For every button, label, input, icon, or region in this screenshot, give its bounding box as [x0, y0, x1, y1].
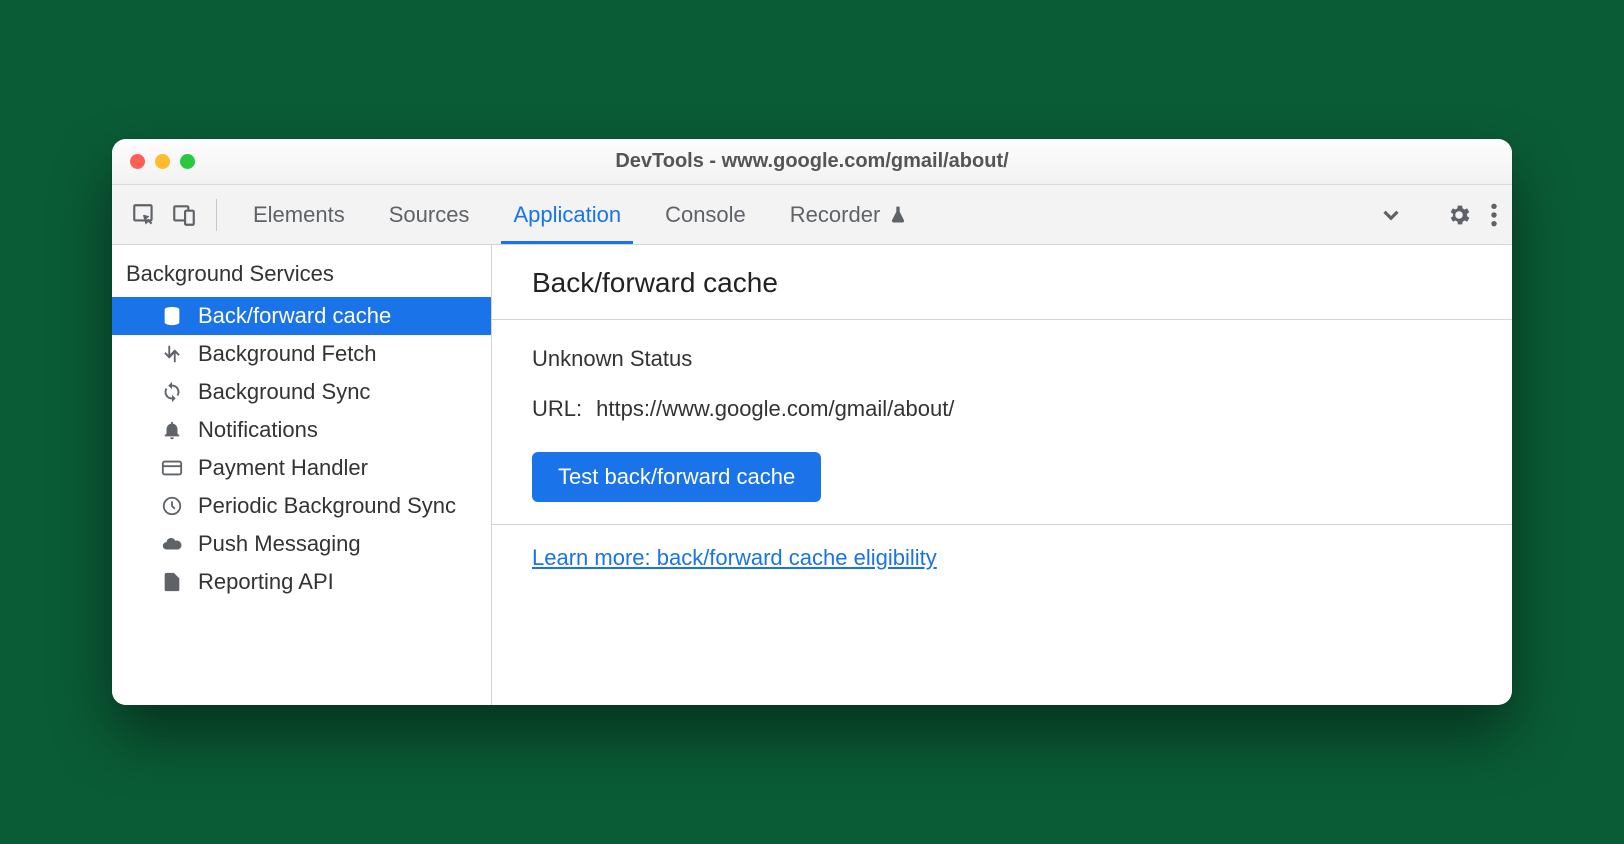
tab-label: Sources — [389, 202, 470, 228]
sidebar-item-bg-sync[interactable]: Background Sync — [112, 373, 491, 411]
sidebar: Background Services Back/forward cache B… — [112, 245, 492, 705]
toolbar: Elements Sources Application Console Rec… — [112, 185, 1512, 245]
sidebar-item-payment[interactable]: Payment Handler — [112, 449, 491, 487]
tab-label: Console — [665, 202, 746, 228]
tabs: Elements Sources Application Console Rec… — [231, 185, 1374, 244]
learn-more-link[interactable]: Learn more: back/forward cache eligibili… — [532, 545, 937, 570]
zoom-window-button[interactable] — [180, 154, 195, 169]
sidebar-item-reporting[interactable]: Reporting API — [112, 563, 491, 601]
tab-application[interactable]: Application — [491, 185, 643, 244]
main-footer: Learn more: back/forward cache eligibili… — [492, 525, 1512, 591]
sidebar-item-bg-fetch[interactable]: Background Fetch — [112, 335, 491, 373]
sidebar-item-label: Background Fetch — [198, 341, 377, 367]
url-row: URL: https://www.google.com/gmail/about/ — [532, 396, 1472, 422]
main-body: Unknown Status URL: https://www.google.c… — [492, 320, 1512, 525]
tab-recorder[interactable]: Recorder — [768, 185, 930, 244]
minimize-window-button[interactable] — [155, 154, 170, 169]
tab-sources[interactable]: Sources — [367, 185, 492, 244]
devtools-window: DevTools - www.google.com/gmail/about/ E… — [112, 139, 1512, 705]
sidebar-item-label: Payment Handler — [198, 455, 368, 481]
sidebar-item-label: Periodic Background Sync — [198, 493, 456, 519]
tab-label: Elements — [253, 202, 345, 228]
titlebar: DevTools - www.google.com/gmail/about/ — [112, 139, 1512, 185]
overflow-icon[interactable] — [1378, 202, 1404, 228]
sidebar-item-label: Reporting API — [198, 569, 334, 595]
tab-label: Recorder — [790, 202, 880, 228]
main-panel: Back/forward cache Unknown Status URL: h… — [492, 245, 1512, 705]
toolbar-right — [1378, 202, 1498, 228]
inspect-icon[interactable] — [126, 197, 162, 233]
sidebar-header: Background Services — [112, 245, 491, 297]
url-value: https://www.google.com/gmail/about/ — [596, 396, 954, 422]
status-text: Unknown Status — [532, 346, 1472, 372]
content: Background Services Back/forward cache B… — [112, 245, 1512, 705]
cloud-icon — [160, 532, 184, 556]
tab-label: Application — [513, 202, 621, 228]
sidebar-item-bfcache[interactable]: Back/forward cache — [112, 297, 491, 335]
window-controls — [112, 154, 195, 169]
sync-icon — [160, 380, 184, 404]
sidebar-item-push[interactable]: Push Messaging — [112, 525, 491, 563]
card-icon — [160, 456, 184, 480]
flask-icon — [888, 205, 908, 225]
file-icon — [160, 570, 184, 594]
fetch-icon — [160, 342, 184, 366]
test-bfcache-button[interactable]: Test back/forward cache — [532, 452, 821, 502]
sidebar-item-periodic-sync[interactable]: Periodic Background Sync — [112, 487, 491, 525]
device-icon[interactable] — [166, 197, 202, 233]
toolbar-separator — [216, 199, 217, 231]
close-window-button[interactable] — [130, 154, 145, 169]
main-title: Back/forward cache — [492, 245, 1512, 320]
window-title: DevTools - www.google.com/gmail/about/ — [112, 150, 1512, 173]
sidebar-item-label: Background Sync — [198, 379, 370, 405]
clock-icon — [160, 494, 184, 518]
kebab-icon[interactable] — [1490, 202, 1498, 228]
url-label: URL: — [532, 396, 582, 422]
gear-icon[interactable] — [1446, 202, 1472, 228]
sidebar-item-label: Back/forward cache — [198, 303, 391, 329]
sidebar-item-label: Notifications — [198, 417, 318, 443]
tab-console[interactable]: Console — [643, 185, 768, 244]
sidebar-item-label: Push Messaging — [198, 531, 361, 557]
sidebar-item-notifications[interactable]: Notifications — [112, 411, 491, 449]
database-icon — [160, 304, 184, 328]
tab-elements[interactable]: Elements — [231, 185, 367, 244]
bell-icon — [160, 418, 184, 442]
